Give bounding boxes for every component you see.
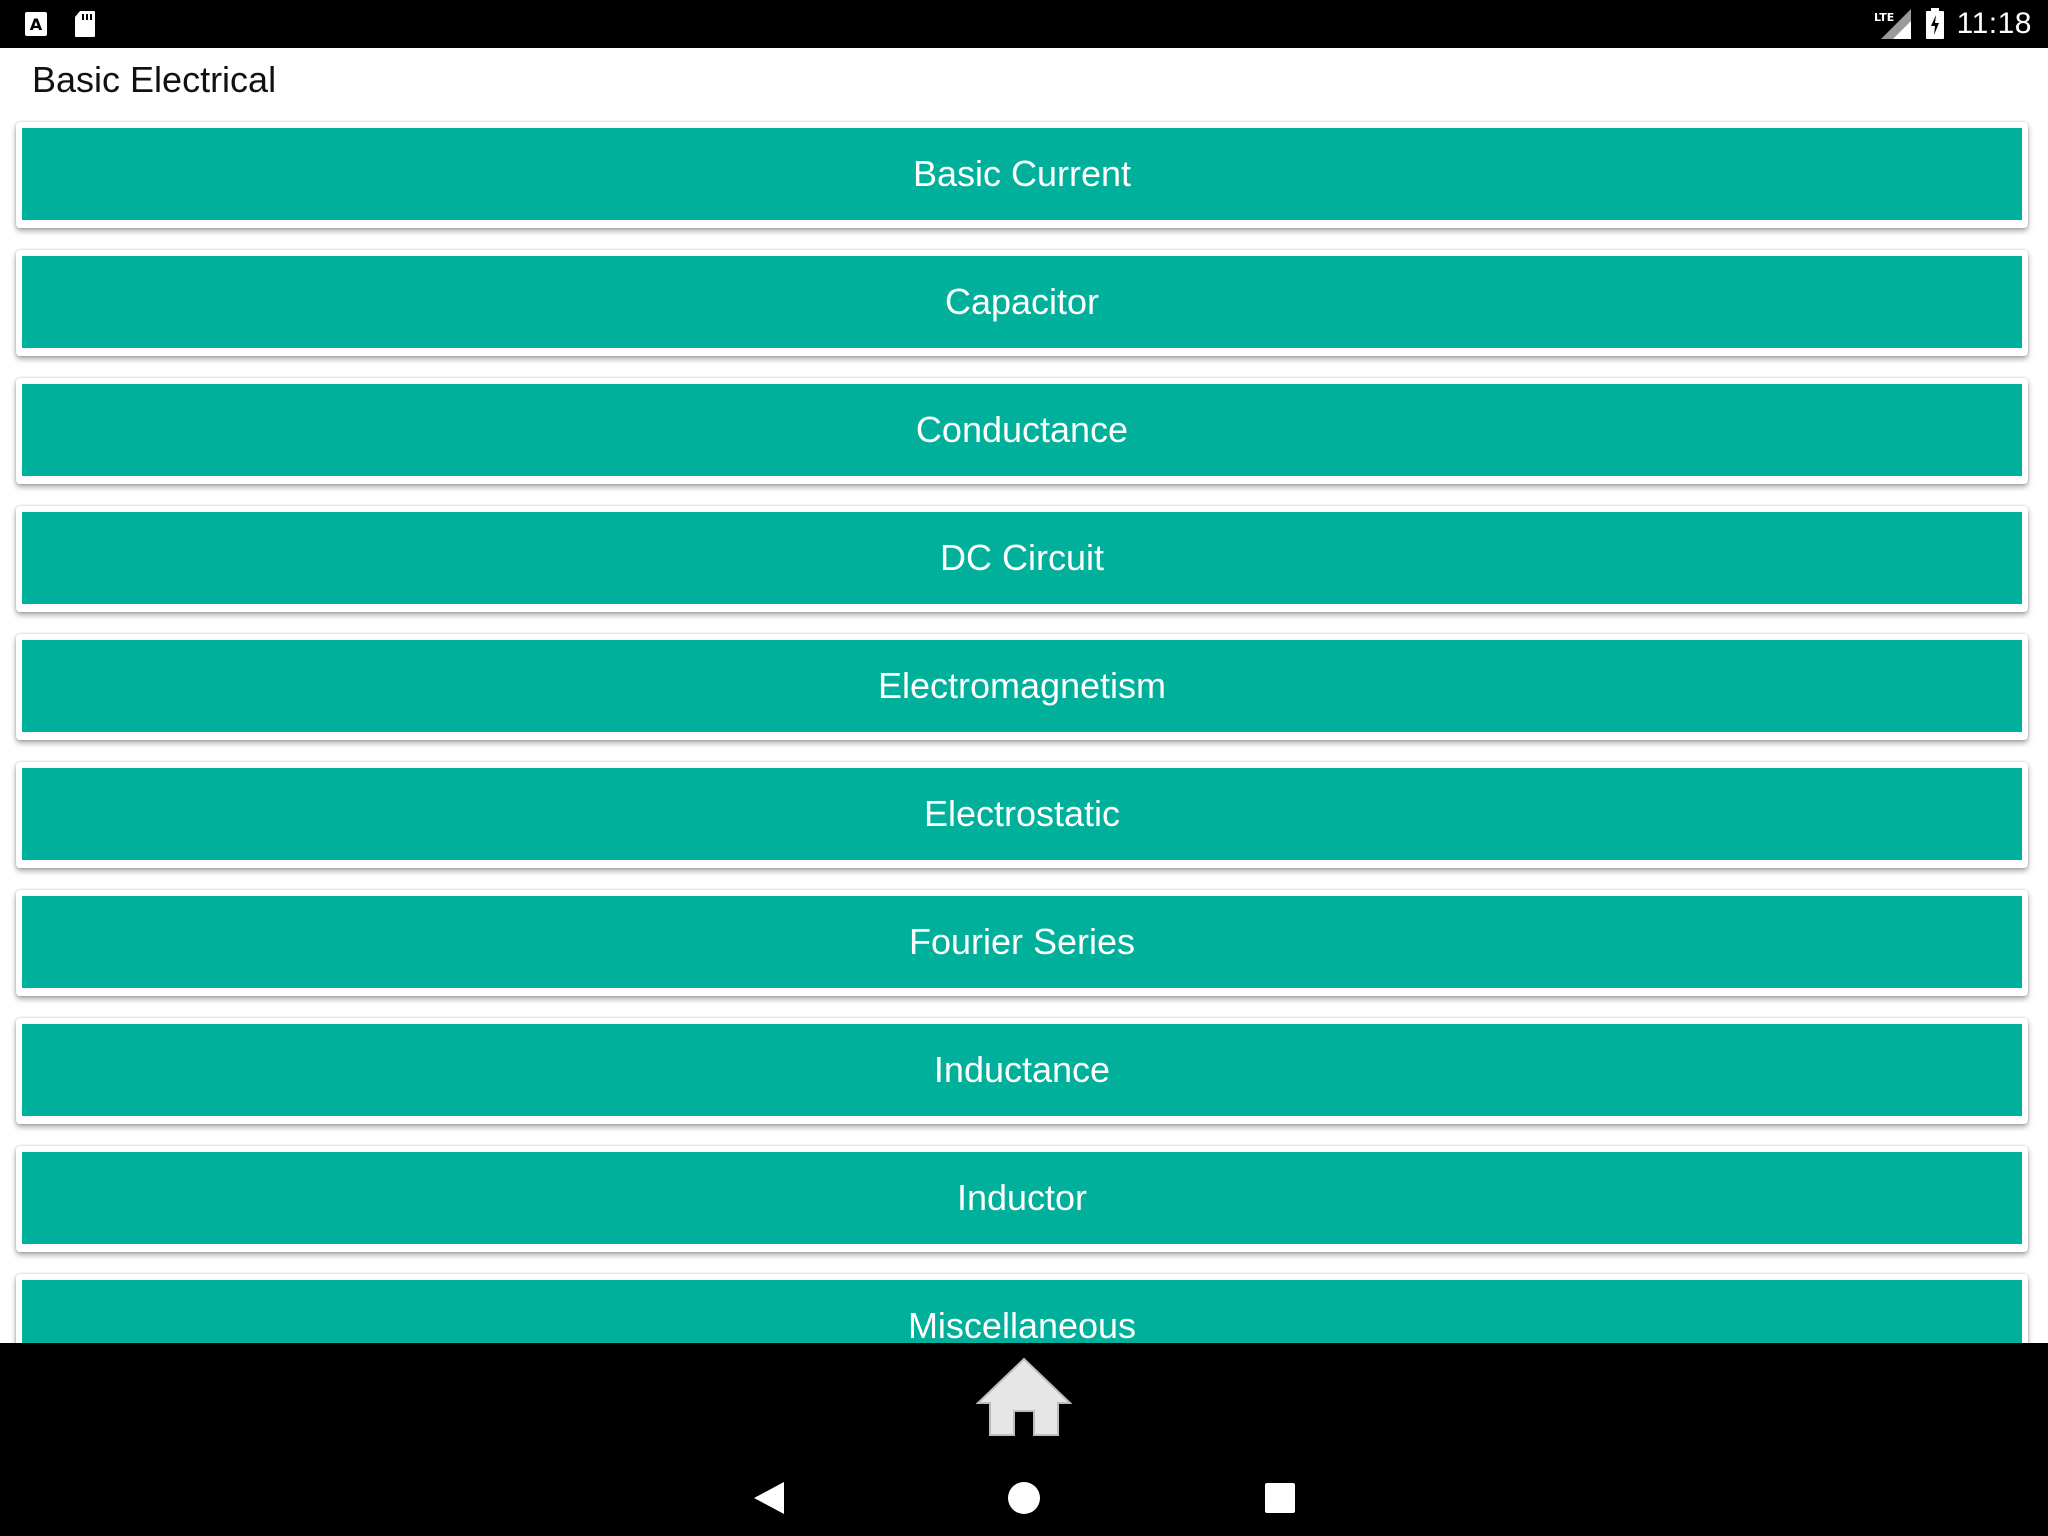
topic-button-miscellaneous[interactable]: Miscellaneous (22, 1280, 2022, 1343)
nav-recents-button[interactable] (1245, 1468, 1315, 1528)
topic-card: Fourier Series (16, 890, 2028, 996)
topic-card: Basic Current (16, 122, 2028, 228)
lte-signal-icon: LTE (1873, 7, 1913, 41)
topic-button-conductance[interactable]: Conductance (22, 384, 2022, 476)
battery-charging-icon (1925, 8, 1945, 40)
topic-button-capacitor[interactable]: Capacitor (22, 256, 2022, 348)
status-bar: A LTE 11:18 (0, 0, 2048, 48)
page-title: Basic Electrical (32, 59, 277, 100)
app-screen: A LTE 11:18 Basic Electrical Basic Curre… (0, 0, 2048, 1536)
topic-button-inductor[interactable]: Inductor (22, 1152, 2022, 1244)
topic-card: Inductor (16, 1146, 2028, 1252)
topic-card: Inductance (16, 1018, 2028, 1124)
topic-button-fourier-series[interactable]: Fourier Series (22, 896, 2022, 988)
lte-label: LTE (1874, 11, 1894, 24)
topic-card: Conductance (16, 378, 2028, 484)
topic-card: Electrostatic (16, 762, 2028, 868)
topic-button-electromagnetism[interactable]: Electromagnetism (22, 640, 2022, 732)
topic-button-electrostatic[interactable]: Electrostatic (22, 768, 2022, 860)
a-notification-icon: A (24, 11, 48, 37)
topic-button-dc-circuit[interactable]: DC Circuit (22, 512, 2022, 604)
back-icon (752, 1480, 786, 1516)
home-circle-icon (1006, 1480, 1042, 1516)
topic-button-inductance[interactable]: Inductance (22, 1024, 2022, 1116)
recents-icon (1264, 1482, 1296, 1514)
app-home-button[interactable] (974, 1351, 1074, 1441)
bottom-bar (0, 1343, 2048, 1536)
status-right-icons: LTE 11:18 (1873, 0, 2032, 48)
status-left-icons: A (24, 8, 96, 40)
nav-home-button[interactable] (989, 1468, 1059, 1528)
status-clock: 11:18 (1956, 7, 2032, 40)
home-icon (974, 1355, 1074, 1437)
nav-back-button[interactable] (734, 1468, 804, 1528)
topic-card: Miscellaneous (16, 1274, 2028, 1343)
topic-button-basic-current[interactable]: Basic Current (22, 128, 2022, 220)
topic-card: Electromagnetism (16, 634, 2028, 740)
topic-card: DC Circuit (16, 506, 2028, 612)
svg-text:A: A (30, 15, 43, 34)
topic-list[interactable]: Basic Current Capacitor Conductance DC C… (0, 118, 2048, 1343)
topic-card: Capacitor (16, 250, 2028, 356)
sd-card-icon (74, 10, 96, 38)
